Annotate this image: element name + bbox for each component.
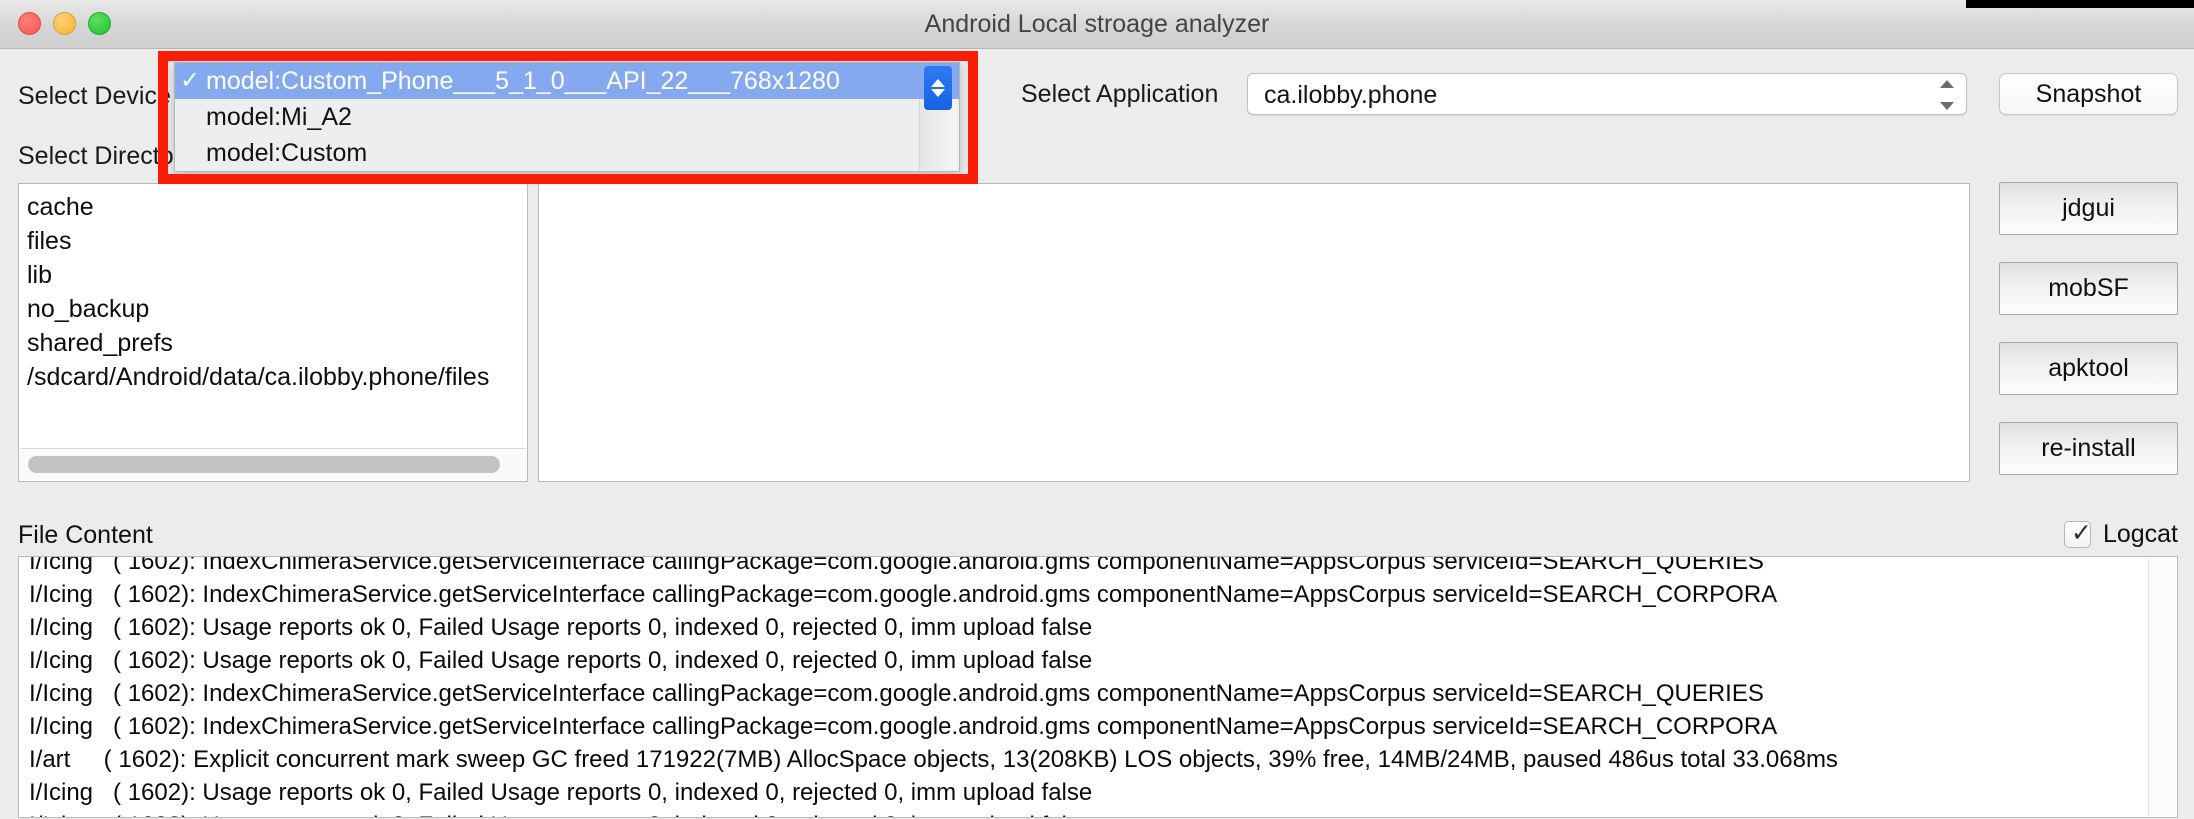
logcat-checkbox[interactable]: ✓ <box>2063 519 2092 548</box>
device-dropdown-item-1[interactable]: model:Mi_A2 <box>175 99 959 135</box>
select-device-label: Select Device <box>18 82 171 110</box>
log-line: I/Icing ( 1602): IndexChimeraService.get… <box>29 680 1764 707</box>
device-dropdown-menu[interactable]: ✓ model:Custom_Phone___5_1_0___API_22___… <box>174 62 960 172</box>
device-dropdown-item-label: model:Custom <box>206 139 368 167</box>
log-line: I/Icing ( 1602): IndexChimeraService.get… <box>29 581 1778 608</box>
window-title: Android Local stroage analyzer <box>924 10 1270 38</box>
select-application-label: Select Application <box>1021 80 1219 108</box>
check-icon: ✓ <box>2070 519 2092 547</box>
log-line: I/art ( 1602): Explicit concurrent mark … <box>29 746 1838 773</box>
re-install-button[interactable]: re-install <box>1999 422 2178 475</box>
mobsf-button[interactable]: mobSF <box>1999 262 2178 315</box>
list-item[interactable]: shared_prefs <box>27 326 527 360</box>
dropdown-stepper-icon[interactable] <box>924 66 952 110</box>
list-item[interactable]: no_backup <box>27 292 527 326</box>
device-dropdown-item-label: model:Custom_Phone___5_1_0___API_22___76… <box>206 67 840 95</box>
list-item[interactable]: files <box>27 224 527 258</box>
chevron-up-icon <box>931 79 945 87</box>
log-line: I/Icing ( 1602): IndexChimeraService.get… <box>29 713 1778 740</box>
list-item[interactable]: cache <box>27 190 527 224</box>
directory-list[interactable]: cache files lib no_backup shared_prefs /… <box>18 183 528 482</box>
app-window: Android Local stroage analyzer Select De… <box>0 0 2194 819</box>
screen-notch <box>1966 0 2194 8</box>
directory-list-items: cache files lib no_backup shared_prefs /… <box>19 184 527 447</box>
log-output-pane[interactable]: I/Icing ( 1602): IndexChimeraService.get… <box>18 556 2178 818</box>
log-line: I/Icing ( 1602): Usage reports ok 0, Fai… <box>29 614 1093 641</box>
file-content-label: File Content <box>18 521 153 549</box>
snapshot-button[interactable]: Snapshot <box>1999 73 2178 115</box>
list-item[interactable]: /sdcard/Android/data/ca.ilobby.phone/fil… <box>27 360 527 394</box>
directory-list-hscrollbar[interactable] <box>20 448 526 480</box>
jdgui-button[interactable]: jdgui <box>1999 182 2178 235</box>
log-line: I/Icing ( 1602): Usage reports ok 0, Fai… <box>29 647 1093 674</box>
log-lines: I/Icing ( 1602): IndexChimeraService.get… <box>19 556 2147 817</box>
apktool-button[interactable]: apktool <box>1999 342 2178 395</box>
device-dropdown-item-2[interactable]: model:Custom <box>175 135 959 171</box>
log-line: I/Icing ( 1602): Usage reports ok 0, Fai… <box>29 809 2147 817</box>
content-preview-panel[interactable] <box>538 183 1970 482</box>
select-application-combobox[interactable]: ca.ilobby.phone <box>1247 73 1967 115</box>
log-vscrollbar[interactable] <box>2148 558 2176 816</box>
device-dropdown-item-label: model:Mi_A2 <box>206 103 352 131</box>
select-application-value: ca.ilobby.phone <box>1264 81 1438 109</box>
chevron-down-icon <box>931 89 945 97</box>
log-line: I/Icing ( 1602): IndexChimeraService.get… <box>29 556 1764 575</box>
select-directory-label: Select Directory <box>18 142 195 170</box>
chevron-updown-icon[interactable] <box>1936 80 1958 110</box>
logcat-toggle[interactable]: ✓ Logcat <box>2063 519 2178 549</box>
list-item[interactable]: lib <box>27 258 527 292</box>
check-icon: ✓ <box>179 67 201 94</box>
title-bar: Android Local stroage analyzer <box>0 0 2194 49</box>
chevron-up-icon <box>1940 80 1954 88</box>
logcat-label: Logcat <box>2102 520 2178 548</box>
chevron-down-icon <box>1940 102 1954 110</box>
scrollbar-thumb[interactable] <box>28 456 500 473</box>
log-line: I/Icing ( 1602): Usage reports ok 0, Fai… <box>29 779 1093 806</box>
device-dropdown-item-0[interactable]: ✓ model:Custom_Phone___5_1_0___API_22___… <box>175 63 959 99</box>
